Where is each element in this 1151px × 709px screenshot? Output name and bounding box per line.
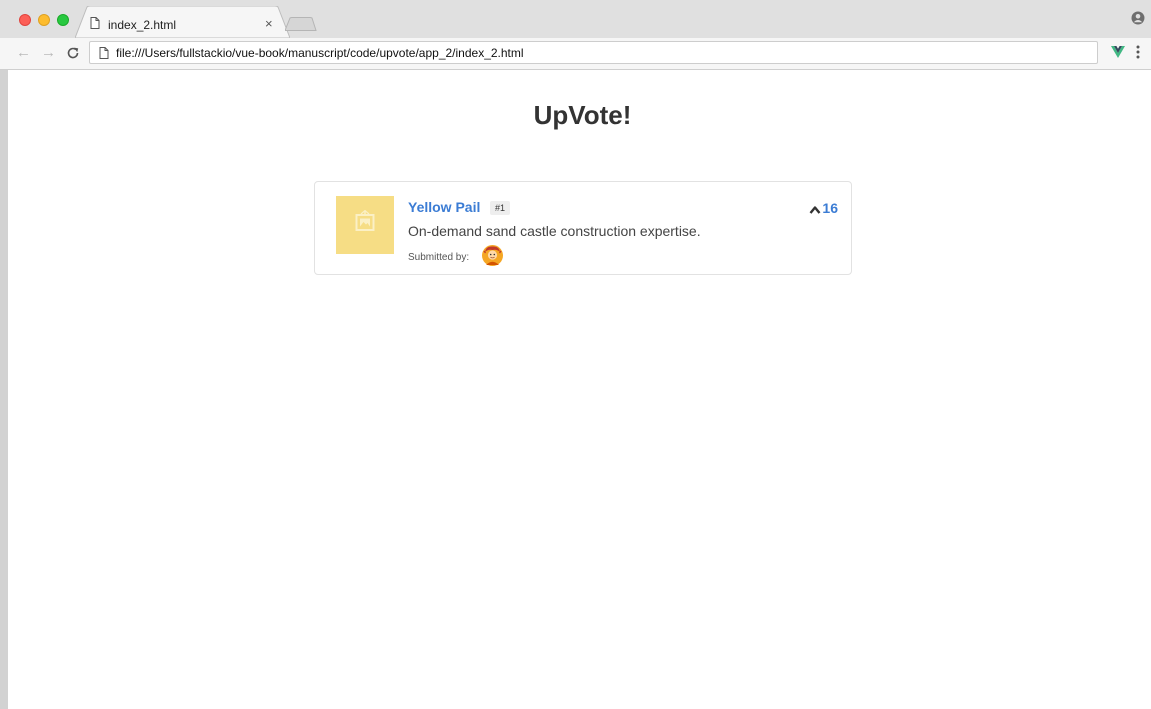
page-title: UpVote!: [533, 100, 632, 130]
forward-arrow-icon[interactable]: →: [41, 44, 56, 61]
back-arrow-icon[interactable]: ←: [16, 44, 31, 61]
window-edge: [0, 70, 8, 709]
tab-close-icon[interactable]: ×: [265, 16, 273, 31]
chevron-up-icon: [809, 206, 821, 214]
address-bar[interactable]: file:///Users/fullstackio/vue-book/manus…: [89, 41, 1098, 64]
image-placeholder-icon: [355, 210, 375, 231]
product-title-link[interactable]: Yellow Pail: [408, 199, 480, 215]
maximize-window-button[interactable]: [57, 14, 69, 26]
product-thumbnail: [336, 196, 394, 254]
browser-toolbar: ← → file:///Users/fullstackio/vue-book/m…: [0, 38, 1151, 70]
page-icon: [99, 47, 109, 59]
upvote-button[interactable]: 16: [809, 200, 838, 216]
user-avatar: [482, 245, 503, 266]
reload-icon[interactable]: [66, 46, 80, 60]
tab-title: index_2.html: [108, 18, 177, 32]
browser-tab-bar: index_2.html ×: [0, 0, 1151, 38]
browser-tab[interactable]: index_2.html ×: [75, 6, 290, 38]
profile-icon[interactable]: [1131, 11, 1145, 25]
product-card: Yellow Pail #1 On-demand sand castle con…: [314, 181, 852, 275]
menu-kebab-icon[interactable]: [1136, 45, 1140, 59]
page-icon: [90, 17, 100, 29]
close-window-button[interactable]: [19, 14, 31, 26]
page-content: UpVote! Yellow Pail #1 On-demand sand ca…: [8, 70, 1151, 709]
product-description: On-demand sand castle construction exper…: [408, 223, 701, 239]
new-tab-button[interactable]: [285, 17, 317, 31]
url-text[interactable]: file:///Users/fullstackio/vue-book/manus…: [116, 46, 524, 60]
rank-badge: #1: [490, 201, 511, 215]
minimize-window-button[interactable]: [38, 14, 50, 26]
vue-devtools-icon[interactable]: [1111, 46, 1125, 58]
vote-count: 16: [822, 200, 838, 216]
submitted-by-label: Submitted by:: [408, 252, 470, 263]
